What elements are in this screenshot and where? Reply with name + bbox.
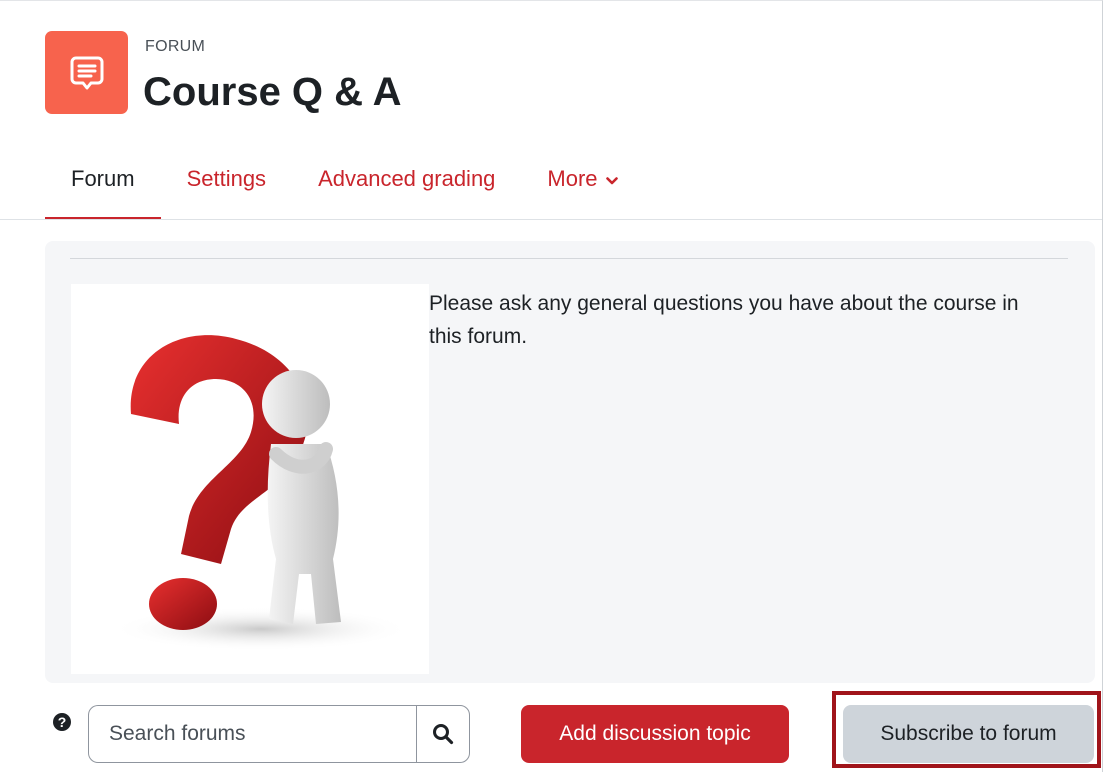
tab-more[interactable]: More bbox=[521, 140, 643, 218]
tab-label: Advanced grading bbox=[318, 166, 496, 191]
tab-label: Settings bbox=[186, 166, 267, 191]
tab-settings[interactable]: Settings bbox=[161, 140, 293, 218]
tab-label: More bbox=[547, 166, 598, 191]
chevron-down-icon bbox=[605, 166, 618, 192]
tab-advanced-grading[interactable]: Advanced grading bbox=[292, 140, 521, 218]
tabs-divider bbox=[0, 219, 1102, 220]
tab-forum[interactable]: Forum bbox=[45, 140, 161, 220]
search-forums-group bbox=[88, 705, 470, 763]
activity-type-label: FORUM bbox=[145, 38, 206, 55]
page-title: Course Q & A bbox=[143, 70, 402, 114]
tab-label: Forum bbox=[71, 166, 135, 191]
search-button[interactable] bbox=[416, 705, 470, 763]
speech-bubble-icon bbox=[70, 56, 103, 89]
forum-intro-text: Please ask any general questions you hav… bbox=[429, 292, 1019, 348]
divider bbox=[70, 258, 1068, 259]
subscribe-to-forum-button[interactable]: Subscribe to forum bbox=[843, 705, 1094, 763]
search-input[interactable] bbox=[88, 705, 416, 763]
help-icon[interactable]: ? bbox=[53, 713, 71, 731]
forum-intro: Please ask any general questions you hav… bbox=[45, 241, 1095, 683]
add-discussion-topic-button[interactable]: Add discussion topic bbox=[521, 705, 789, 763]
forum-speech-bubble-icon bbox=[45, 31, 128, 114]
search-icon bbox=[433, 724, 454, 745]
secondary-navigation: Forum Settings Advanced grading More bbox=[45, 140, 644, 220]
question-mark-figure-image bbox=[71, 284, 429, 674]
